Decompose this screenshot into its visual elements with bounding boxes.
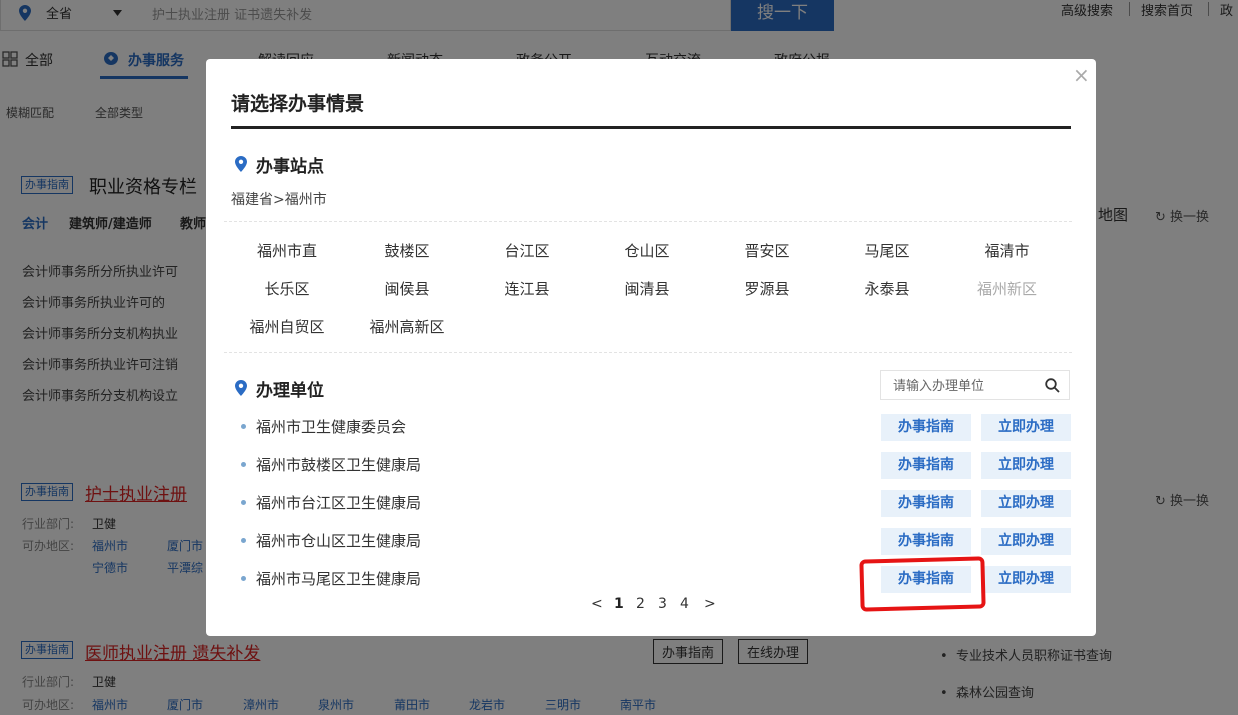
bullet-dot bbox=[241, 576, 246, 581]
divider bbox=[224, 352, 1072, 353]
guide-button[interactable]: 办事指南 bbox=[881, 414, 971, 441]
scenario-modal: 请选择办事情景 × 办事站点 福建省>福州市 福州市直 鼓楼区 台江区 仓山区 晋安区马… bbox=[206, 59, 1096, 636]
department-name: 福州市马尾区卫生健康局 bbox=[256, 570, 422, 588]
unit-heading: 办理单位 bbox=[256, 381, 324, 401]
district-option[interactable]: 鼓楼区 bbox=[352, 240, 462, 261]
pagination-prev[interactable]: < bbox=[591, 596, 603, 612]
department-name: 福州市鼓楼区卫生健康局 bbox=[256, 456, 422, 474]
district-option[interactable]: 福州自贸区 bbox=[232, 316, 342, 337]
handle-now-button[interactable]: 立即办理 bbox=[981, 452, 1071, 479]
bullet-dot bbox=[241, 462, 246, 467]
region-breadcrumb[interactable]: 福建省>福州市 bbox=[231, 189, 327, 209]
district-option[interactable]: 福州高新区 bbox=[352, 316, 462, 337]
guide-button[interactable]: 办事指南 bbox=[881, 452, 971, 479]
bullet-dot bbox=[241, 538, 246, 543]
bullet-dot bbox=[241, 424, 246, 429]
district-option: 福州新区 bbox=[976, 280, 1037, 298]
unit-search-input[interactable] bbox=[891, 372, 1045, 400]
handle-now-button[interactable]: 立即办理 bbox=[981, 528, 1071, 555]
search-icon[interactable] bbox=[1045, 378, 1060, 393]
district-option[interactable]: 台江区 bbox=[472, 240, 582, 261]
handle-now-button[interactable]: 立即办理 bbox=[981, 490, 1071, 517]
district-option[interactable]: 晋安区 bbox=[712, 240, 822, 261]
department-name: 福州市仓山区卫生健康局 bbox=[256, 532, 422, 550]
district-option[interactable]: 闽侯县 bbox=[352, 278, 462, 299]
district-option[interactable]: 福州市直 bbox=[232, 240, 342, 261]
district-option[interactable]: 长乐区 bbox=[232, 278, 342, 299]
modal-title: 请选择办事情景 bbox=[231, 93, 365, 115]
district-option[interactable]: 马尾区 bbox=[832, 240, 942, 261]
bullet-dot bbox=[241, 500, 246, 505]
title-divider bbox=[231, 126, 1071, 129]
close-icon[interactable]: × bbox=[1073, 63, 1090, 87]
station-heading: 办事站点 bbox=[256, 157, 324, 177]
district-option[interactable]: 永泰县 bbox=[832, 278, 942, 299]
divider bbox=[224, 221, 1072, 222]
pagination-page[interactable]: 3 bbox=[658, 596, 667, 612]
district-option[interactable]: 仓山区 bbox=[592, 240, 702, 261]
pagination-page[interactable]: 1 bbox=[614, 596, 624, 612]
pagination-page[interactable]: 2 bbox=[636, 596, 645, 612]
handle-now-button[interactable]: 立即办理 bbox=[981, 414, 1071, 441]
guide-button[interactable]: 办事指南 bbox=[881, 528, 971, 555]
department-name: 福州市台江区卫生健康局 bbox=[256, 494, 422, 512]
pagination-page[interactable]: 4 bbox=[680, 596, 689, 612]
location-pin-icon bbox=[235, 380, 247, 396]
district-option[interactable]: 闽清县 bbox=[592, 278, 702, 299]
unit-search-box bbox=[880, 370, 1070, 400]
pagination-next[interactable]: > bbox=[704, 596, 716, 612]
guide-button[interactable]: 办事指南 bbox=[881, 490, 971, 517]
district-option[interactable]: 罗源县 bbox=[712, 278, 822, 299]
district-option[interactable]: 连江县 bbox=[472, 278, 582, 299]
highlight-annotation bbox=[859, 556, 986, 612]
location-pin-icon bbox=[235, 156, 247, 172]
handle-now-button[interactable]: 立即办理 bbox=[981, 566, 1071, 593]
department-name: 福州市卫生健康委员会 bbox=[256, 418, 407, 436]
district-option[interactable]: 福清市 bbox=[952, 240, 1062, 261]
